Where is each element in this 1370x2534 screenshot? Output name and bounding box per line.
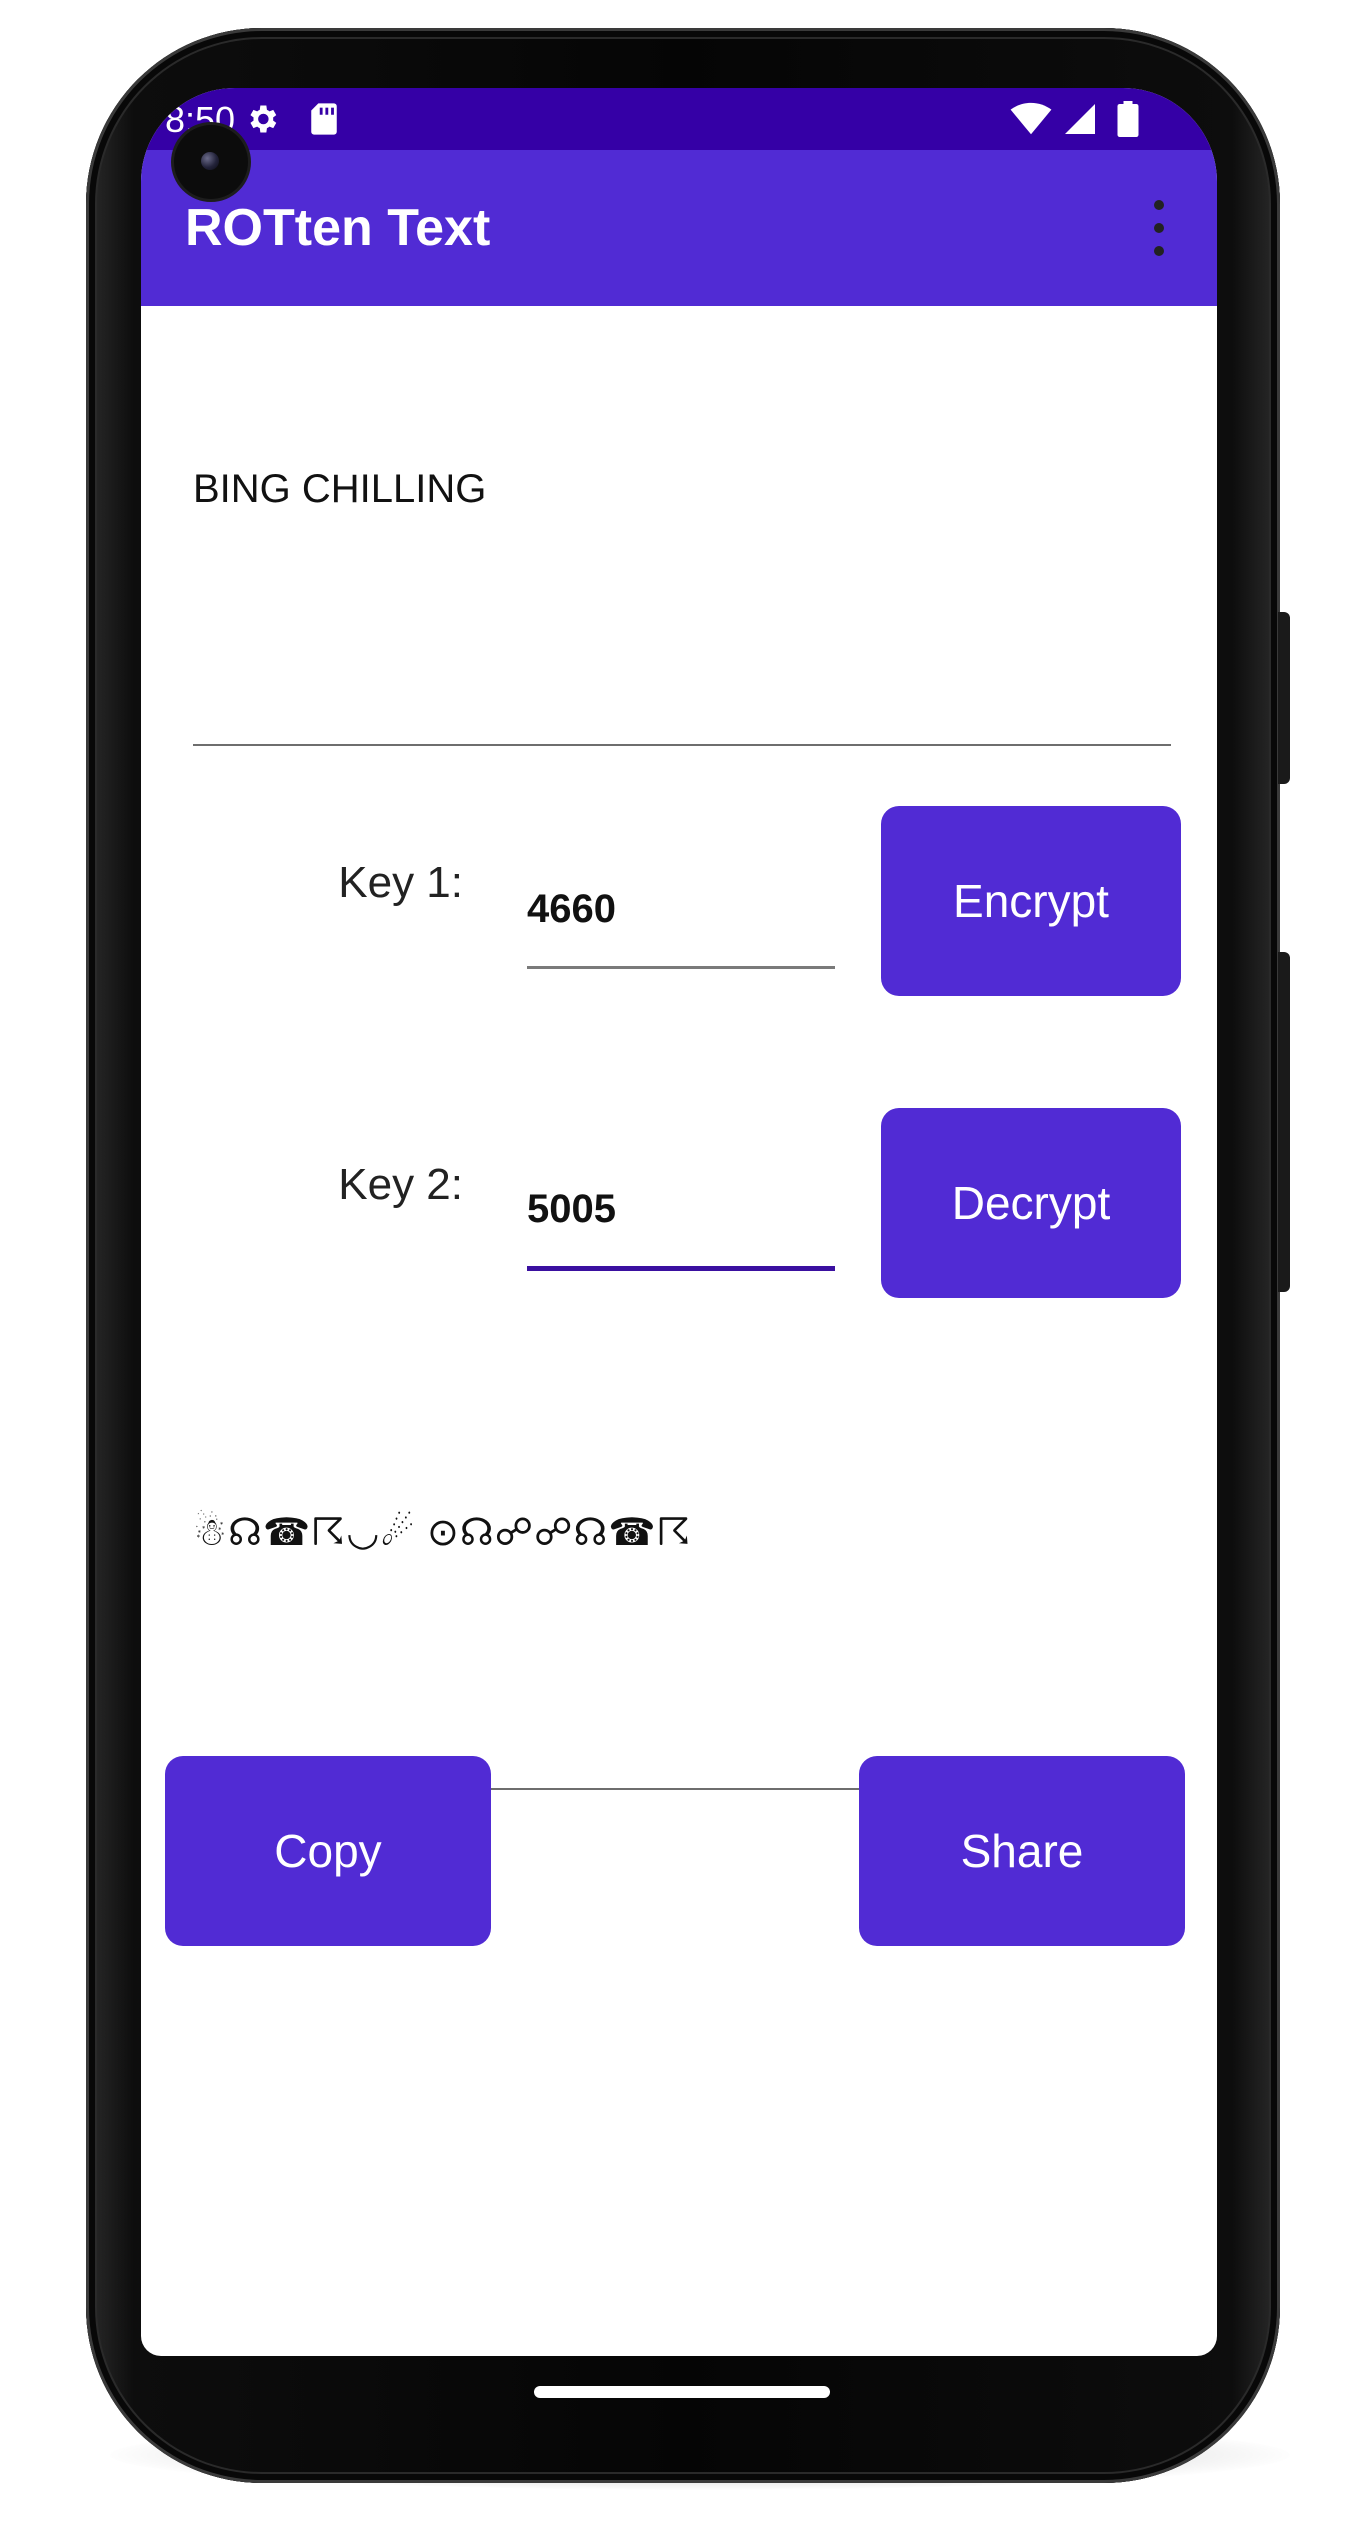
app-title: ROTten Text	[185, 199, 491, 257]
copy-button[interactable]: Copy	[165, 1756, 491, 1946]
app-screen: 8:50 ROTten Text BING CHILLING Key 1: 46…	[141, 88, 1217, 2356]
more-dot	[1154, 223, 1164, 233]
volume-button	[1278, 952, 1290, 1292]
wifi-icon	[1009, 100, 1053, 138]
settings-gear-icon	[243, 100, 281, 138]
key1-value: 4660	[527, 887, 616, 931]
encrypt-button[interactable]: Encrypt	[881, 806, 1181, 996]
key2-label: Key 2:	[338, 1160, 463, 1209]
more-dot	[1154, 246, 1164, 256]
share-button[interactable]: Share	[859, 1756, 1185, 1946]
plaintext-value: BING CHILLING	[193, 467, 487, 511]
power-button	[1278, 612, 1290, 784]
device-frame: 8:50 ROTten Text BING CHILLING Key 1: 46…	[0, 0, 1370, 2534]
sd-card-icon	[305, 100, 343, 138]
battery-icon	[1109, 100, 1147, 138]
ciphertext-editor[interactable]: ☃☊☎☈◡☄ ⊙☊☍☍☊☎☈	[193, 1398, 1171, 1790]
plaintext-editor[interactable]: BING CHILLING	[193, 370, 1171, 746]
more-dot	[1154, 200, 1164, 210]
front-camera	[174, 125, 248, 199]
key2-field[interactable]: 5005	[527, 1156, 835, 1271]
decrypt-button[interactable]: Decrypt	[881, 1108, 1181, 1298]
gesture-home-bar[interactable]	[534, 2386, 830, 2398]
more-vert-icon[interactable]	[1139, 200, 1179, 256]
key1-field[interactable]: 4660	[527, 856, 835, 969]
status-bar: 8:50	[141, 88, 1217, 150]
key2-value: 5005	[527, 1187, 616, 1231]
key1-label: Key 1:	[338, 858, 463, 907]
ciphertext-value: ☃☊☎☈◡☄ ⊙☊☍☍☊☎☈	[193, 1512, 692, 1554]
app-toolbar: ROTten Text	[141, 150, 1217, 306]
cell-signal-icon	[1061, 100, 1099, 138]
